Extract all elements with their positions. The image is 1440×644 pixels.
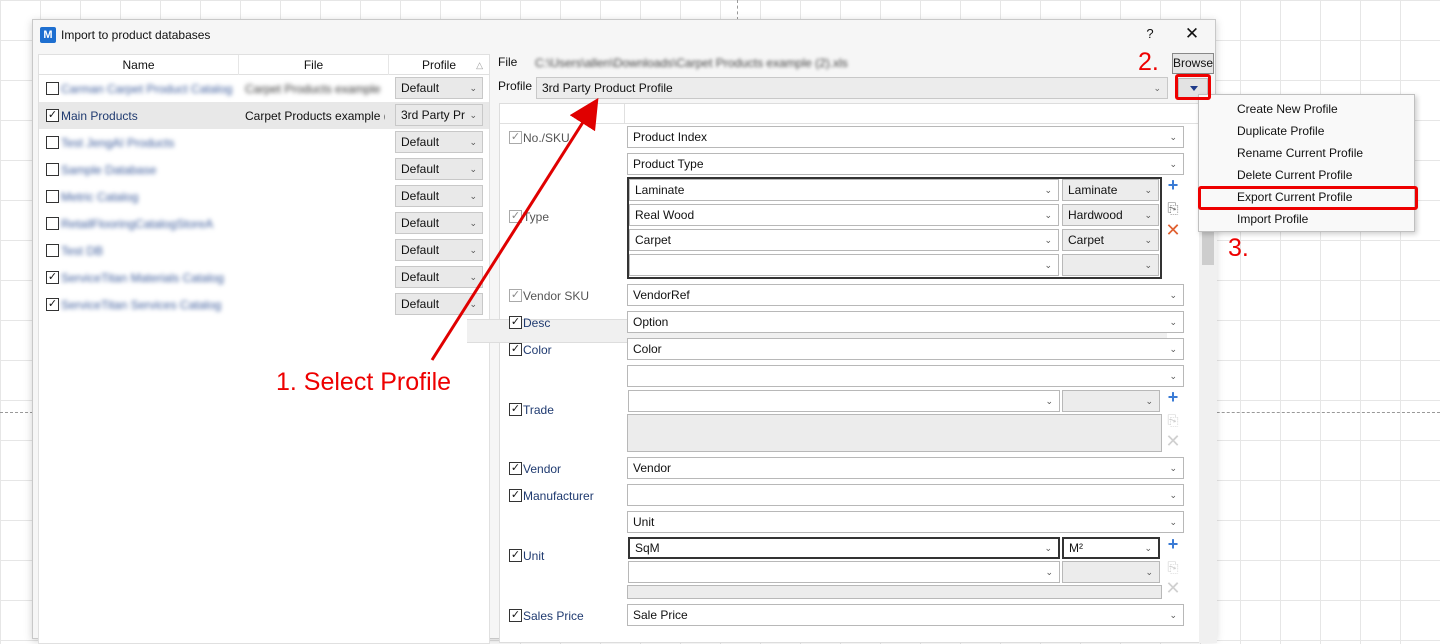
annotation-arrow xyxy=(430,97,599,361)
